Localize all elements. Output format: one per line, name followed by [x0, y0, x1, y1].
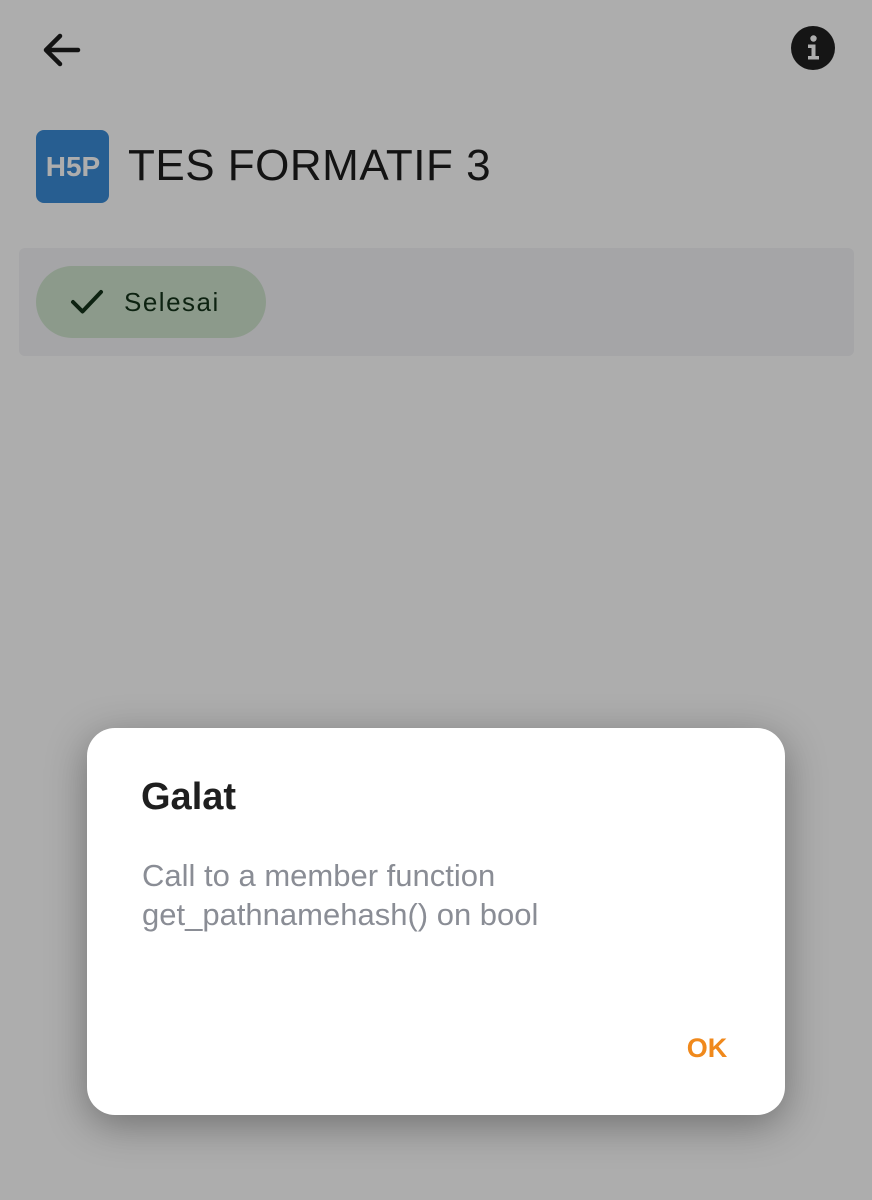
error-dialog: Galat Call to a member function get_path…: [87, 728, 785, 1115]
dialog-title: Galat: [141, 776, 237, 818]
dialog-message: Call to a member function get_pathnameha…: [142, 858, 539, 932]
activity-screen: H5P TES FORMATIF 3 Selesai Galat Call to…: [0, 0, 872, 1200]
ok-button[interactable]: OK: [669, 1024, 745, 1072]
